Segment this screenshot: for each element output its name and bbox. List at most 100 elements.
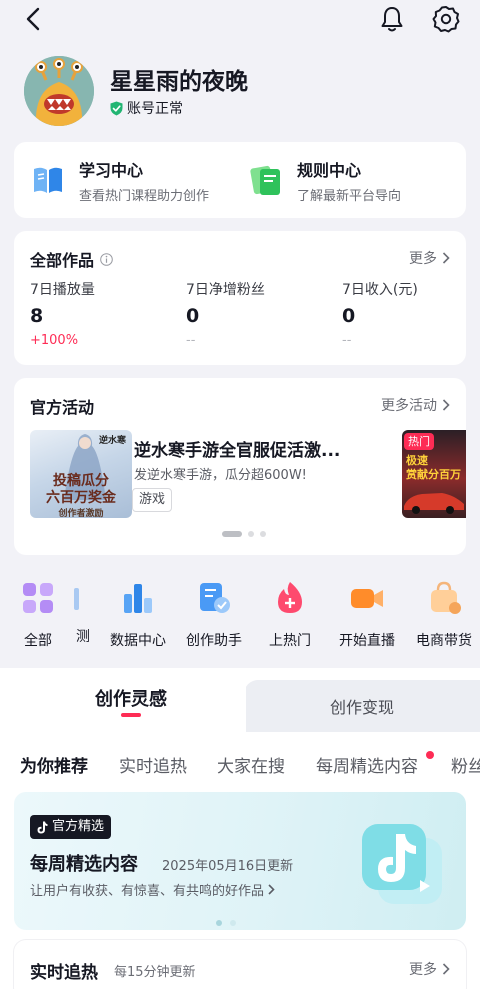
stat-plays[interactable]: 7日播放量 8 +100% xyxy=(30,279,170,348)
activity-banner-image[interactable]: 逆水寒 投稿瓜分 六百万奖金 创作者激励 xyxy=(30,430,132,518)
tool-label: 创作助手 xyxy=(186,633,242,649)
official-pick-label: 官方精选 xyxy=(52,819,105,834)
next-activity-card[interactable]: 热门 极速 赏献分百万 xyxy=(402,430,466,518)
pager-dot xyxy=(230,920,236,926)
works-title-label: 全部作品 xyxy=(30,251,95,270)
tool-data-center[interactable]: 数据中心 xyxy=(106,580,170,650)
tab-monetization[interactable]: 创作变现 xyxy=(244,694,480,718)
flame-plus-icon xyxy=(278,582,302,613)
tool-go-trending[interactable]: 上热门 xyxy=(266,580,314,650)
stat-followers[interactable]: 7日净增粉丝 0 -- xyxy=(186,279,326,348)
centers-card: 学习中心 查看热门课程助力创作 规则中心 了解最新平台导向 xyxy=(14,142,466,218)
top-bar xyxy=(0,0,480,40)
tool-shortcuts: 全部 测 数据中心 创作助手 上热门 开始直播 电商带货 xyxy=(0,580,480,650)
shield-check-icon xyxy=(110,101,123,115)
book-icon xyxy=(34,167,62,193)
chevron-right-icon xyxy=(442,399,450,411)
shopping-bag-icon xyxy=(431,581,461,614)
learning-center-title: 学习中心 xyxy=(79,160,144,180)
activity-title[interactable]: 逆水寒手游全官服促活激... xyxy=(134,436,340,461)
tool-label: 测 xyxy=(76,629,90,645)
works-more-label: 更多 xyxy=(409,251,437,267)
stat-value: 0 xyxy=(186,305,200,327)
chevron-right-icon xyxy=(268,884,275,895)
tab-active-indicator xyxy=(121,713,141,717)
realtime-subtitle: 每15分钟更新 xyxy=(114,965,196,980)
tool-creation-assistant[interactable]: 创作助手 xyxy=(182,580,246,650)
realtime-trending-card: 实时追热 每15分钟更新 更多 xyxy=(14,940,466,989)
activities-more-link[interactable]: 更多活动 xyxy=(381,395,450,415)
stat-label: 7日收入(元) xyxy=(342,282,418,298)
video-camera-icon xyxy=(351,589,383,608)
stat-value: 0 xyxy=(342,305,356,327)
hot-badge: 热门 xyxy=(404,433,434,450)
next-activity-image-text: 极速 赏献分百万 xyxy=(406,454,461,481)
bar-chart-icon xyxy=(124,584,152,613)
stat-change: -- xyxy=(186,333,196,348)
info-icon[interactable] xyxy=(100,252,113,266)
avatar[interactable] xyxy=(24,56,94,126)
stat-value: 8 xyxy=(30,305,44,327)
subtab-new-dot xyxy=(426,751,434,759)
tool-partial[interactable]: 测 xyxy=(74,580,92,650)
stat-income[interactable]: 7日收入(元) 0 -- xyxy=(342,279,480,348)
learning-center[interactable]: 学习中心 查看热门课程助力创作 xyxy=(30,142,209,218)
tool-label: 电商带货 xyxy=(416,633,472,649)
official-pick-badge: 官方精选 xyxy=(30,815,112,839)
tiktok-note-icon xyxy=(37,821,48,833)
activity-image-line: 创作者激励 xyxy=(58,509,104,518)
tab-inspiration[interactable]: 创作灵感 xyxy=(0,685,262,711)
weekly-picks-banner[interactable]: 官方精选 每周精选内容 2025年05月16日更新 让用户有收获、有惊喜、有共鸣… xyxy=(14,792,466,930)
activity-image-line: 六百万奖金 xyxy=(46,490,116,506)
works-more-link[interactable]: 更多 xyxy=(409,248,450,268)
tool-label: 开始直播 xyxy=(339,633,395,649)
rules-center[interactable]: 规则中心 了解最新平台导向 xyxy=(248,142,401,218)
subtab-realtime-trending[interactable]: 实时追热 xyxy=(119,752,187,777)
tool-ecommerce[interactable]: 电商带货 xyxy=(412,580,476,650)
subtab-popular-searches[interactable]: 大家在搜 xyxy=(217,752,285,777)
subtab-recommended[interactable]: 为你推荐 xyxy=(20,752,88,777)
weekly-pager xyxy=(216,920,236,926)
activity-pager xyxy=(222,531,266,537)
realtime-more-link[interactable]: 更多 xyxy=(409,959,450,979)
stat-label: 7日净增粉丝 xyxy=(186,282,265,298)
realtime-more-label: 更多 xyxy=(409,962,437,978)
rules-center-title: 规则中心 xyxy=(297,160,362,180)
learning-center-subtitle: 查看热门课程助力创作 xyxy=(79,188,210,204)
activity-desc: 发逆水寒手游，瓜分超600W! xyxy=(134,468,307,483)
account-status[interactable]: 账号正常 xyxy=(110,98,183,118)
chevron-left-icon[interactable] xyxy=(22,6,46,32)
partial-icon xyxy=(74,588,79,610)
activities-title: 官方活动 xyxy=(30,398,95,417)
tool-start-live[interactable]: 开始直播 xyxy=(335,580,399,650)
pager-dot xyxy=(260,531,266,537)
rules-doc-icon xyxy=(250,165,280,195)
weekly-title: 每周精选内容 xyxy=(30,854,138,875)
account-status-label: 账号正常 xyxy=(127,101,183,117)
activity-tag[interactable]: 游戏 xyxy=(132,488,173,512)
subtab-weekly-picks[interactable]: 每周精选内容 xyxy=(316,752,418,777)
realtime-title: 实时追热 xyxy=(30,963,98,983)
pager-dot xyxy=(216,920,222,926)
works-title: 全部作品 xyxy=(30,247,113,271)
tiktok-logo-3d-icon xyxy=(362,824,442,904)
stat-label: 7日播放量 xyxy=(30,282,95,298)
weekly-desc[interactable]: 让用户有收获、有惊喜、有共鸣的好作品 xyxy=(30,880,275,899)
gear-icon[interactable] xyxy=(431,4,461,34)
tool-all[interactable]: 全部 xyxy=(20,580,56,650)
weekly-desc-label: 让用户有收获、有惊喜、有共鸣的好作品 xyxy=(30,884,265,899)
sports-car-image xyxy=(404,493,464,514)
stat-change: -- xyxy=(342,333,352,348)
subtab-fans[interactable]: 粉丝 xyxy=(451,752,480,777)
tool-label: 上热门 xyxy=(269,633,311,649)
tool-label: 数据中心 xyxy=(110,633,166,649)
activities-card: 官方活动 更多活动 逆水寒 投稿瓜分 六百万奖金 创作者激励 逆水寒手游全官服促… xyxy=(14,378,466,555)
weekly-date: 2025年05月16日更新 xyxy=(162,859,294,874)
monster-avatar-icon xyxy=(24,56,94,126)
chevron-right-icon xyxy=(442,963,450,975)
activities-more-label: 更多活动 xyxy=(381,398,437,414)
bell-icon[interactable] xyxy=(378,4,406,34)
rules-center-subtitle: 了解最新平台导向 xyxy=(297,188,402,204)
works-card: 全部作品 更多 7日播放量 8 +100% 7日净增粉丝 0 -- 7日收入(元… xyxy=(14,231,466,365)
pager-dot xyxy=(222,531,242,537)
